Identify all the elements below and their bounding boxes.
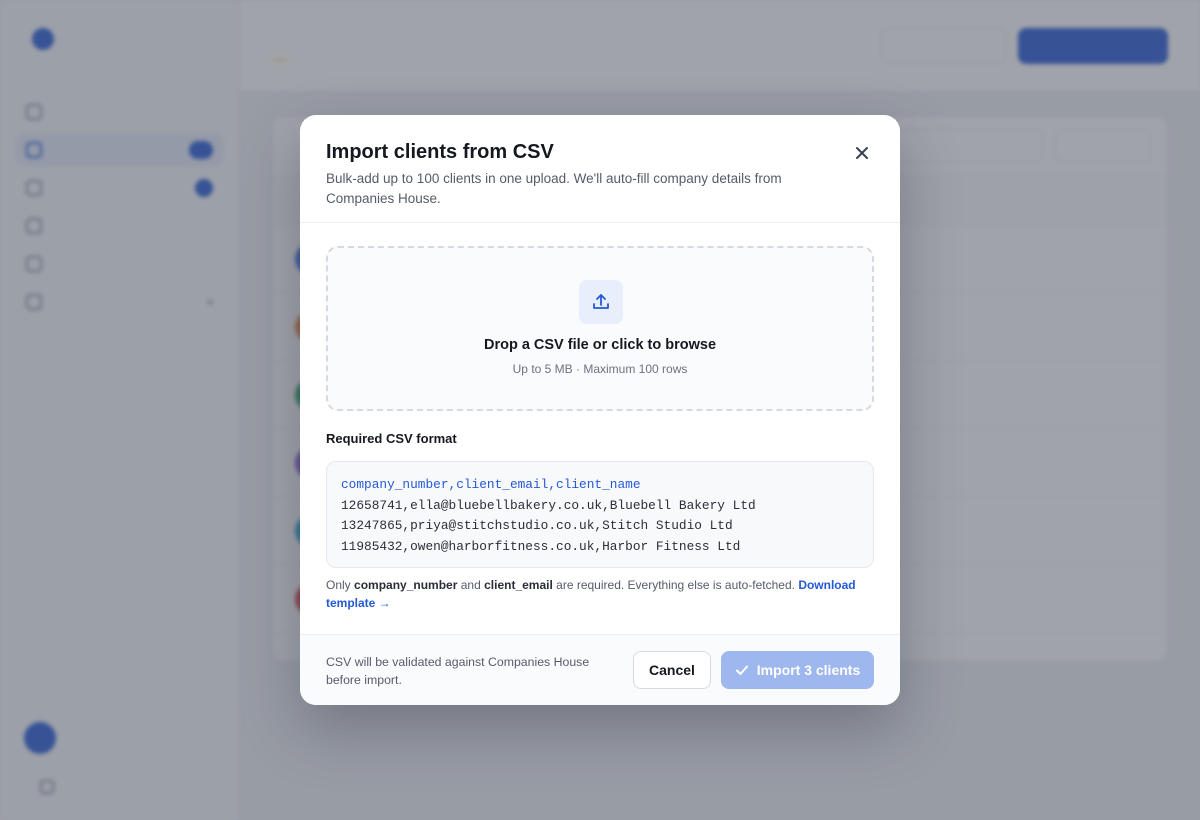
note-and: and <box>460 578 481 592</box>
validation-note: CSV will be validated against Companies … <box>326 655 590 687</box>
csv-example-row: 11985432,owen@harborfitness.co.uk,Harbor… <box>341 538 741 554</box>
modal-footer: CSV will be validated against Companies … <box>300 634 900 705</box>
csv-example-row: 13247865,priya@stitchstudio.co.uk,Stitch… <box>341 518 733 533</box>
dropzone-hint: Up to 5 MB · Maximum 100 rows <box>512 362 688 376</box>
modal-header: Import clients from CSV Bulk-add up to 1… <box>300 115 900 223</box>
check-icon <box>735 665 748 675</box>
csv-format-example: company_number,client_email,client_name 1… <box>326 461 874 568</box>
csv-header-line: company_number,client_email,client_name <box>341 477 641 492</box>
upload-icon-container <box>579 280 623 324</box>
modal-title: Import clients from CSV <box>326 141 554 163</box>
note-suffix: are required. Everything else is auto-fe… <box>556 578 795 592</box>
required-field-company-number: company_number <box>354 578 458 592</box>
import-button-label: Import 3 clients <box>756 662 861 678</box>
import-csv-modal: Import clients from CSV Bulk-add up to 1… <box>300 115 900 705</box>
required-field-client-email: client_email <box>484 578 553 592</box>
upload-icon <box>593 294 609 309</box>
modal-description: Bulk-add up to 100 clients in one upload… <box>326 171 782 206</box>
dropzone-title: Drop a CSV file or click to browse <box>483 337 717 353</box>
close-icon <box>856 147 868 159</box>
close-button[interactable] <box>850 141 874 165</box>
note-prefix: Only <box>326 578 351 592</box>
csv-format-label: Required CSV format <box>326 431 457 446</box>
import-clients-button[interactable]: Import 3 clients <box>721 651 874 689</box>
csv-example-row: 12658741,ella@bluebellbakery.co.uk,Blueb… <box>341 497 756 513</box>
csv-requirements-note: Only company_number and client_email are… <box>326 576 874 612</box>
csv-dropzone[interactable]: Drop a CSV file or click to browse Up to… <box>326 246 874 411</box>
cancel-button[interactable]: Cancel <box>633 651 711 689</box>
